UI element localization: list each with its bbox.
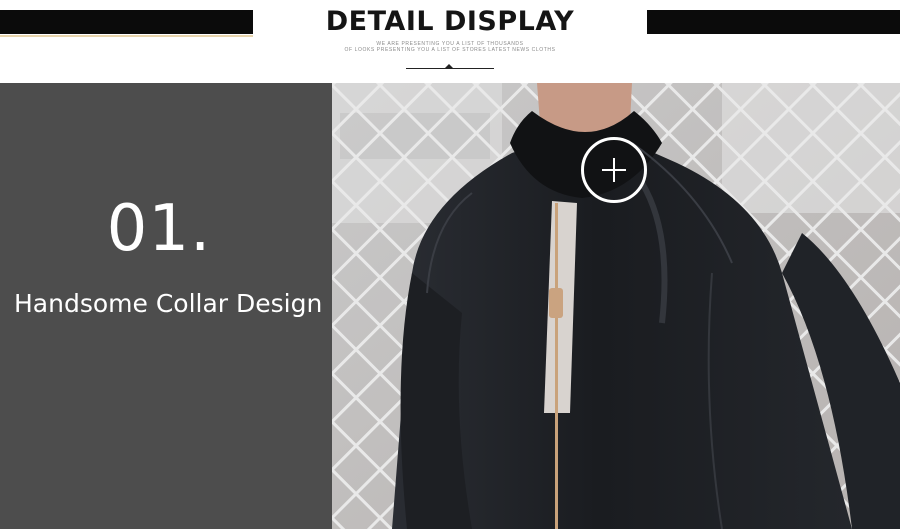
feature-number: 01.	[106, 192, 212, 266]
section-title: DETAIL DISPLAY	[325, 6, 575, 37]
header-right-bar	[647, 10, 900, 34]
section-subtitle-line2: OF LOOKS PRESENTING YOU A LIST OF STORES…	[344, 47, 556, 53]
zoom-plus-icon	[581, 137, 647, 203]
feature-caption: Handsome Collar Design	[14, 289, 323, 318]
title-underline	[406, 68, 494, 69]
section-header: DETAIL DISPLAY WE ARE PRESENTING YOU A L…	[0, 0, 900, 82]
feature-panel: 01. Handsome Collar Design	[0, 83, 332, 529]
title-underline-tick	[445, 64, 453, 68]
header-left-bar	[0, 10, 253, 37]
